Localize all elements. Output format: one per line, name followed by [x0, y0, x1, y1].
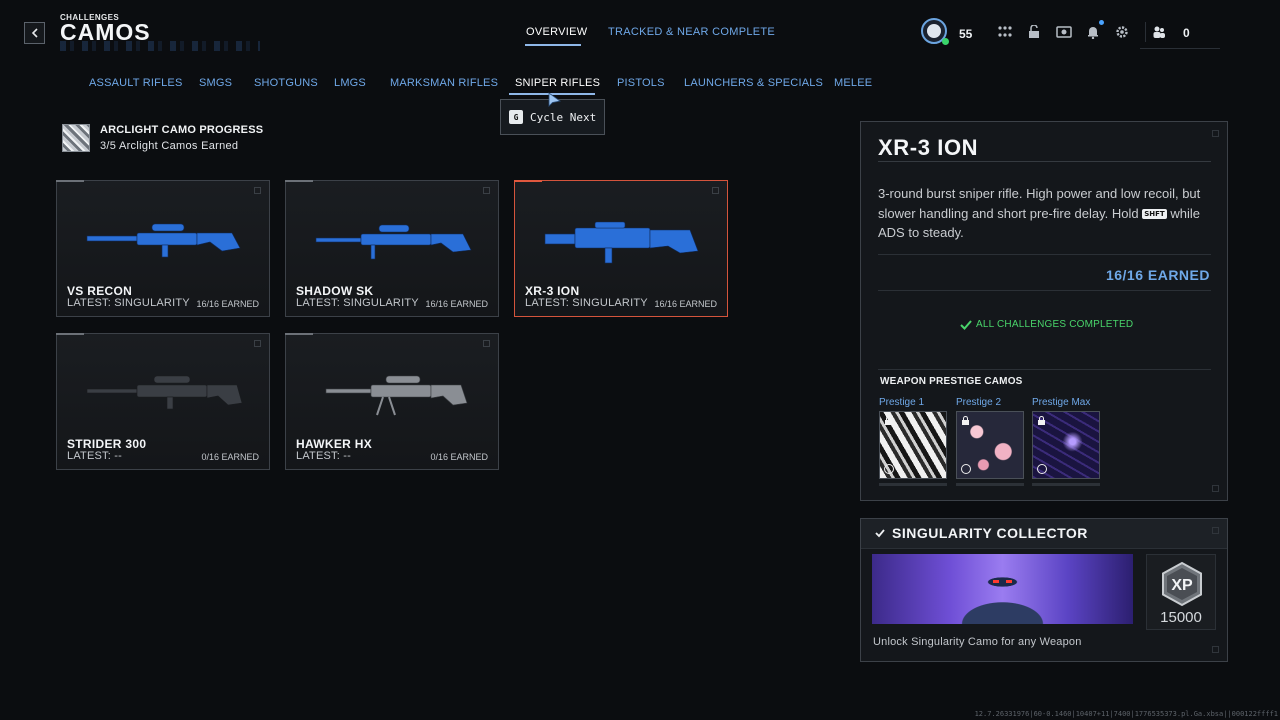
- weapon-latest-camo: LATEST: --: [296, 450, 351, 462]
- weapon-card-hawker-hx[interactable]: HAWKER HX LATEST: -- 0/16 EARNED: [285, 333, 499, 470]
- weapon-name: HAWKER HX: [296, 437, 373, 451]
- checkmark-icon: [960, 319, 972, 330]
- tab-overview[interactable]: OVERVIEW: [526, 26, 588, 38]
- prestige-max-thumbnail: [1032, 411, 1100, 479]
- prestige-2-camo[interactable]: Prestige 2: [956, 397, 1024, 486]
- checkmark-icon: [875, 529, 885, 538]
- chevron-left-icon: [31, 28, 38, 38]
- weapon-latest-camo: LATEST: SINGULARITY: [67, 297, 190, 309]
- weapon-earned-count: 0/16 EARNED: [201, 452, 259, 462]
- xp-amount: 15000: [1160, 609, 1202, 626]
- sniper-rifle-image: [315, 224, 472, 260]
- weapon-name: VS RECON: [67, 284, 133, 298]
- sniper-rifle-image: [86, 223, 241, 258]
- arclight-camo-thumbnail: [62, 124, 90, 152]
- category-pistols[interactable]: PISTOLS: [617, 77, 665, 89]
- notification-dot: [1099, 20, 1104, 25]
- prestige-max-camo[interactable]: Prestige Max: [1032, 397, 1100, 486]
- weapon-latest-camo: LATEST: --: [67, 450, 122, 462]
- category-sniper-rifles[interactable]: SNIPER RIFLES: [515, 77, 600, 89]
- category-shotguns[interactable]: SHOTGUNS: [254, 77, 318, 89]
- challenges-status: ALL CHALLENGES COMPLETED: [960, 319, 1133, 330]
- sniper-rifle-image: [544, 221, 699, 264]
- back-button[interactable]: [24, 22, 45, 44]
- category-smgs[interactable]: SMGS: [199, 77, 232, 89]
- tab-tracked-near-complete[interactable]: TRACKED & NEAR COMPLETE: [608, 26, 775, 38]
- weapon-name: STRIDER 300: [67, 437, 147, 451]
- detail-earned-count: 16/16 EARNED: [1105, 267, 1210, 283]
- prestige-1-camo[interactable]: Prestige 1: [879, 397, 947, 486]
- weapon-description: 3-round burst sniper rifle. High power a…: [878, 186, 1201, 240]
- page-title: CAMOS: [60, 19, 151, 45]
- category-assault-rifles[interactable]: ASSAULT RIFLES: [89, 77, 182, 89]
- category-melee[interactable]: MELEE: [834, 77, 872, 89]
- crate-icon[interactable]: [1055, 24, 1073, 40]
- weapon-card-vs-recon[interactable]: VS RECON LATEST: SINGULARITY 16/16 EARNE…: [56, 180, 270, 317]
- weapon-detail-panel: XR-3 ION 3-round burst sniper rifle. Hig…: [860, 121, 1228, 501]
- weapon-name: XR-3 ION: [525, 284, 580, 298]
- party-icon[interactable]: [1150, 24, 1168, 40]
- svg-text:XP: XP: [1171, 577, 1193, 594]
- arclight-progress-title: ARCLIGHT CAMO PROGRESS: [100, 124, 264, 136]
- weapon-earned-count: 16/16 EARNED: [425, 299, 488, 309]
- xp-reward: XP 15000: [1146, 554, 1216, 630]
- prestige-1-thumbnail: [879, 411, 947, 479]
- lock-icon: [961, 416, 970, 425]
- shift-key-icon: SHFT: [1142, 208, 1167, 219]
- sniper-rifle-image: [86, 375, 243, 410]
- mouse-cursor-icon: [548, 92, 561, 107]
- reward-panel[interactable]: SINGULARITY COLLECTOR XP 15000 Unlock Si…: [860, 518, 1228, 662]
- weapon-earned-count: 16/16 EARNED: [196, 299, 259, 309]
- player-level: 55: [959, 27, 973, 41]
- category-lmgs[interactable]: LMGS: [334, 77, 366, 89]
- weapon-card-shadow-sk[interactable]: SHADOW SK LATEST: SINGULARITY 16/16 EARN…: [285, 180, 499, 317]
- tab-overview-underline: [525, 44, 581, 46]
- online-status-dot: [942, 38, 949, 45]
- bell-icon[interactable]: [1084, 24, 1102, 40]
- singularity-calling-card-image: [872, 554, 1133, 624]
- detail-weapon-name: XR-3 ION: [878, 135, 979, 160]
- sniper-rifle-image: [325, 375, 468, 416]
- prestige-camos-title: WEAPON PRESTIGE CAMOS: [880, 376, 1023, 387]
- tooltip-text: Cycle Next: [530, 110, 597, 124]
- prestige-symbol-icon: [1037, 464, 1047, 474]
- settings-gear-icon[interactable]: [1113, 24, 1131, 40]
- party-count: 0: [1183, 26, 1190, 40]
- debug-build-string: 12.7.26331976|60-0.1460|10407+11|7400|17…: [974, 710, 1278, 718]
- prestige-label: Prestige Max: [1032, 397, 1091, 408]
- lock-icon: [884, 416, 893, 425]
- weapon-card-strider-300[interactable]: STRIDER 300 LATEST: -- 0/16 EARNED: [56, 333, 270, 470]
- weapon-latest-camo: LATEST: SINGULARITY: [296, 297, 419, 309]
- prestige-symbol-icon: [961, 464, 971, 474]
- reward-title: SINGULARITY COLLECTOR: [892, 525, 1088, 541]
- grid-icon[interactable]: [996, 24, 1014, 40]
- prestige-2-thumbnail: [956, 411, 1024, 479]
- reward-description: Unlock Singularity Camo for any Weapon: [873, 636, 1082, 648]
- keyboard-key-icon: G: [509, 110, 523, 124]
- weapon-name: SHADOW SK: [296, 284, 374, 298]
- weapon-earned-count: 0/16 EARNED: [430, 452, 488, 462]
- category-marksman-rifles[interactable]: MARKSMAN RIFLES: [390, 77, 498, 89]
- header-separator: [1145, 22, 1146, 42]
- arclight-progress-count: 3/5 Arclight Camos Earned: [100, 140, 239, 152]
- prestige-symbol-icon: [884, 464, 894, 474]
- prestige-label: Prestige 2: [956, 397, 1002, 408]
- category-launchers-specials[interactable]: LAUNCHERS & SPECIALS: [684, 77, 823, 89]
- weapon-latest-camo: LATEST: SINGULARITY: [525, 297, 648, 309]
- lock-icon: [1037, 416, 1046, 425]
- xp-hex-icon: XP: [1162, 561, 1202, 607]
- unlock-icon[interactable]: [1025, 24, 1043, 40]
- prestige-label: Prestige 1: [879, 397, 925, 408]
- weapon-earned-count: 16/16 EARNED: [654, 299, 717, 309]
- header-divider: [1140, 48, 1220, 49]
- weapon-card-xr3-ion[interactable]: XR-3 ION LATEST: SINGULARITY 16/16 EARNE…: [514, 180, 728, 317]
